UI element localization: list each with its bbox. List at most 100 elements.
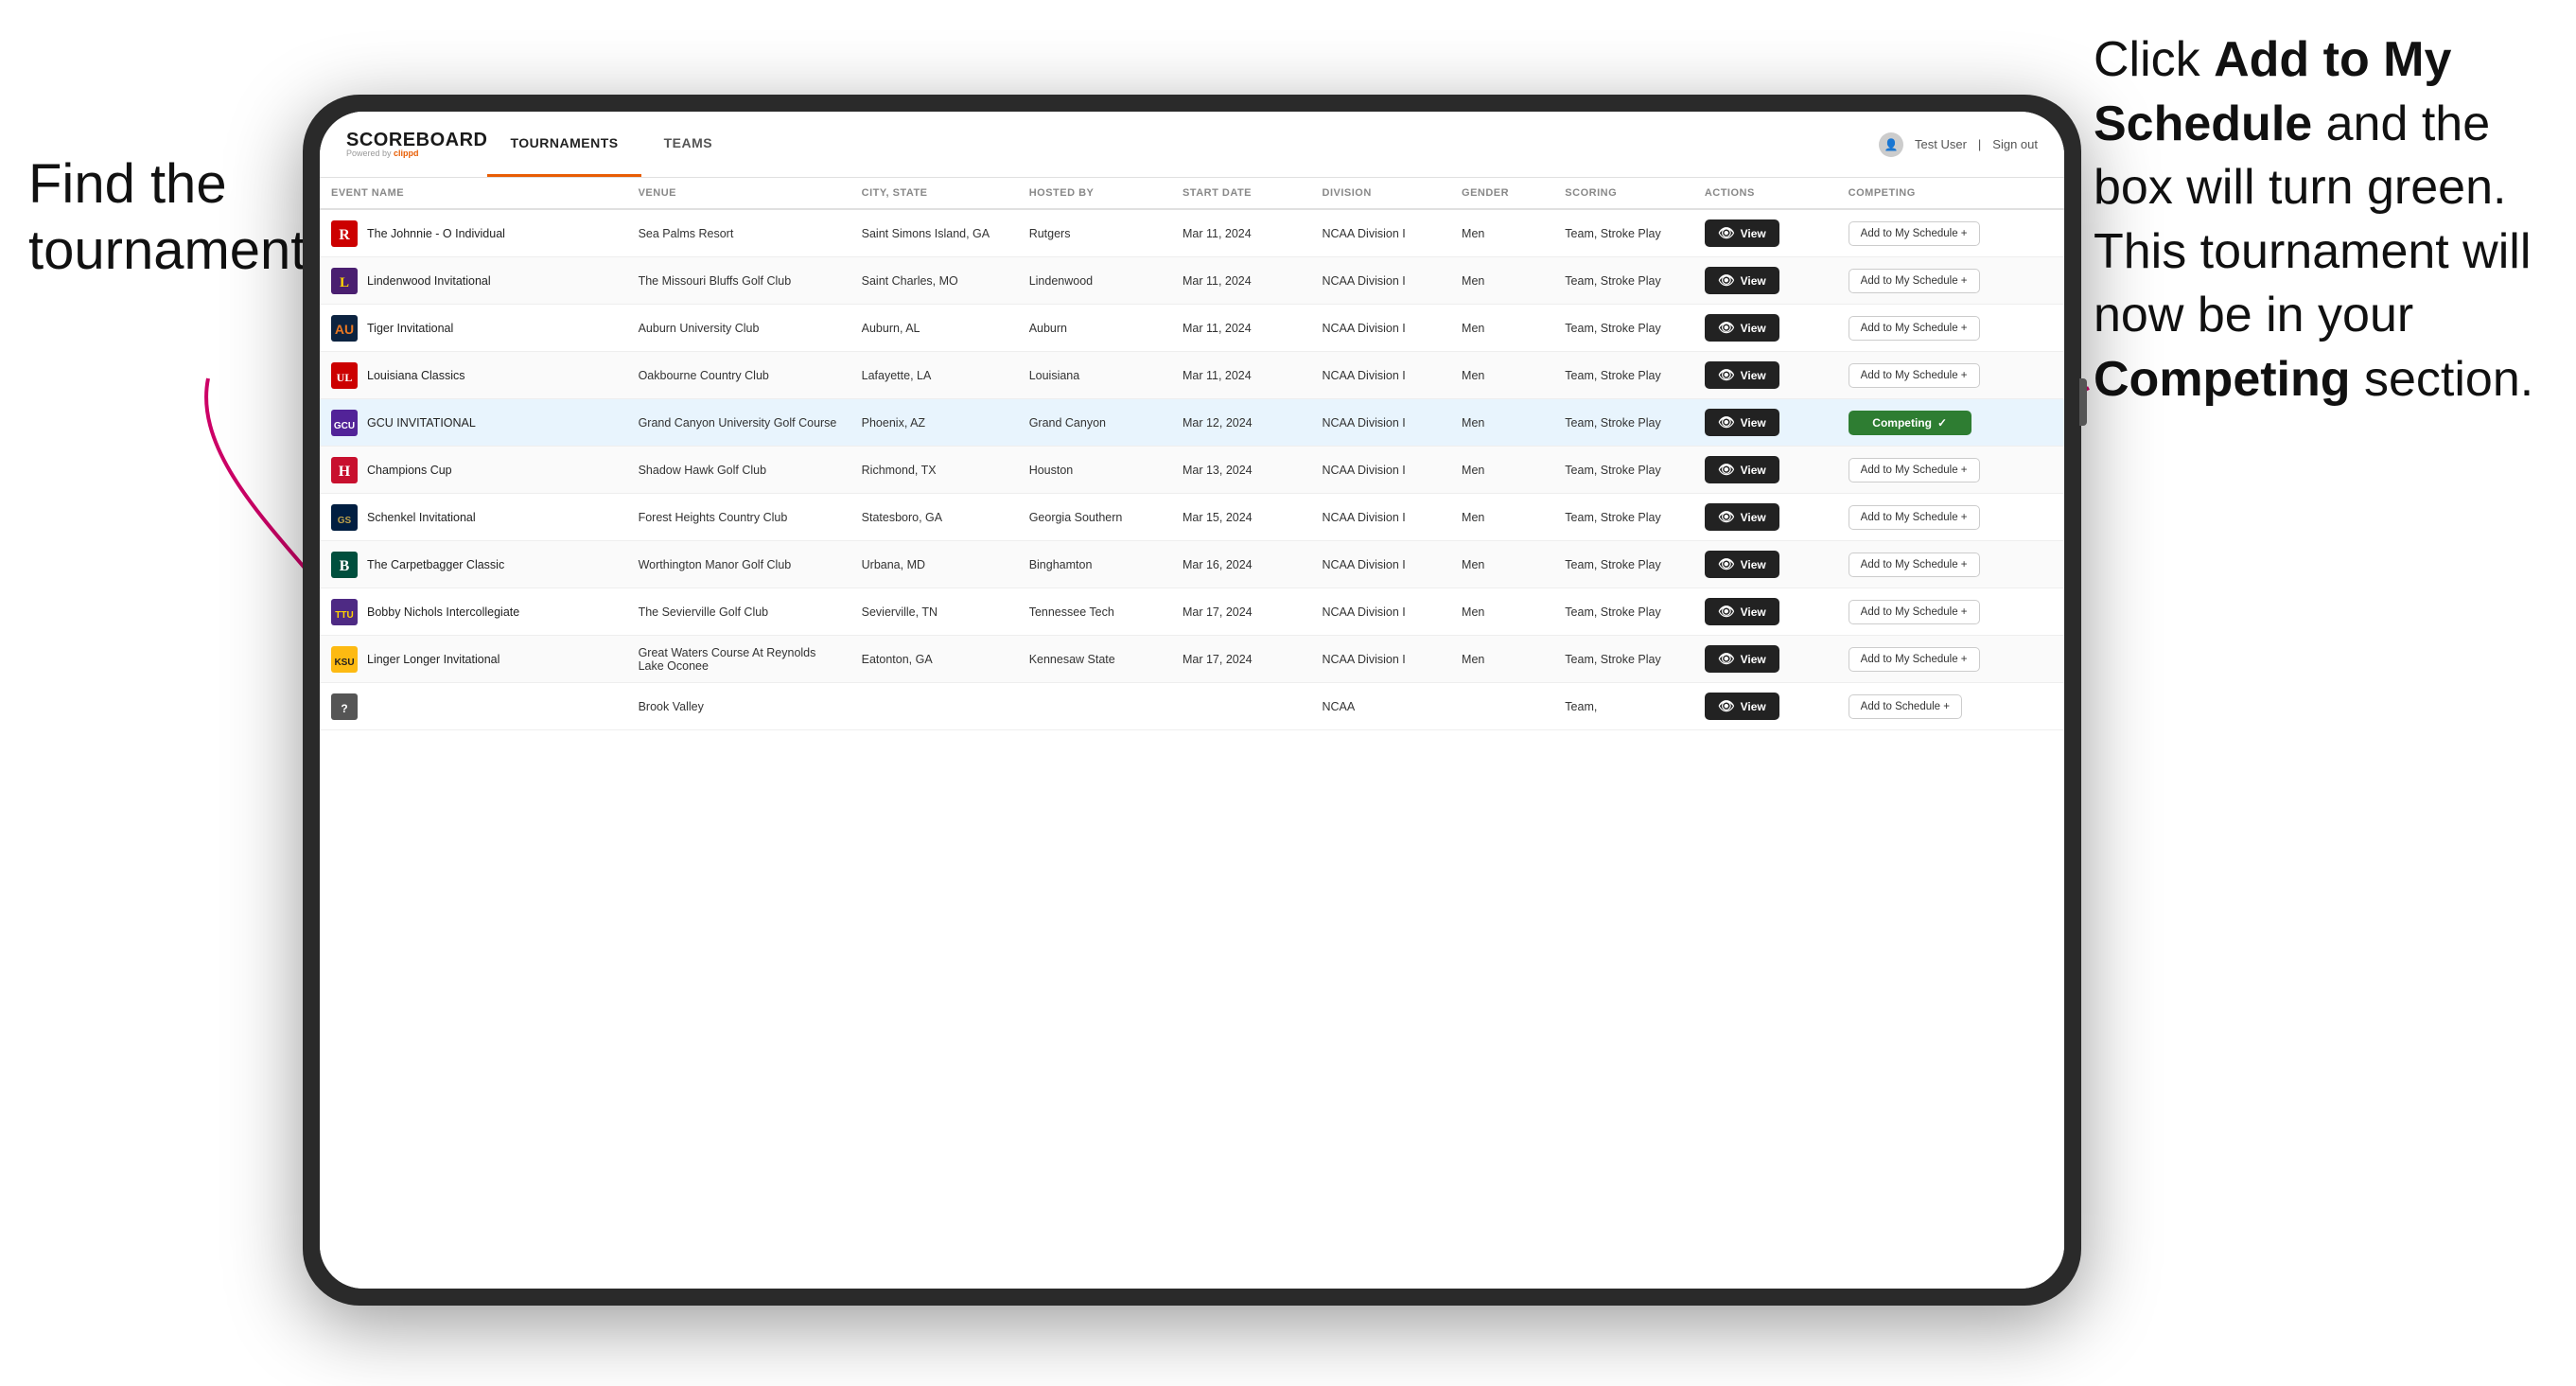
venue-name: Brook Valley bbox=[639, 700, 704, 713]
add-to-schedule-button[interactable]: Add to Schedule + bbox=[1849, 694, 1962, 719]
view-button[interactable]: 👁 View bbox=[1705, 314, 1779, 342]
checkmark-icon: ✓ bbox=[1937, 416, 1947, 430]
city-state: Saint Charles, MO bbox=[862, 274, 958, 288]
scoring-cell: Team, Stroke Play bbox=[1553, 352, 1693, 399]
table-body: R The Johnnie - O Individual Sea Palms R… bbox=[320, 209, 2064, 730]
gender: Men bbox=[1462, 322, 1484, 335]
add-to-schedule-button[interactable]: Add to My Schedule + bbox=[1849, 221, 1980, 246]
col-competing: COMPETING bbox=[1837, 178, 2064, 209]
tablet-side-button[interactable] bbox=[2079, 378, 2087, 426]
add-to-schedule-button[interactable]: Add to My Schedule + bbox=[1849, 458, 1980, 482]
gender-cell: Men bbox=[1450, 636, 1553, 683]
start-date: Mar 13, 2024 bbox=[1183, 464, 1253, 477]
competing-cell: Competing ✓ bbox=[1837, 399, 2064, 447]
start-date: Mar 16, 2024 bbox=[1183, 558, 1253, 571]
competing-cell: Add to My Schedule + bbox=[1837, 257, 2064, 305]
view-button[interactable]: 👁 View bbox=[1705, 456, 1779, 483]
division: NCAA bbox=[1323, 700, 1356, 713]
view-button[interactable]: 👁 View bbox=[1705, 267, 1779, 294]
division: NCAA Division I bbox=[1323, 274, 1406, 288]
view-button[interactable]: 👁 View bbox=[1705, 551, 1779, 578]
view-label: View bbox=[1741, 322, 1766, 335]
view-button[interactable]: 👁 View bbox=[1705, 361, 1779, 389]
eye-icon: 👁 bbox=[1718, 556, 1735, 572]
hosted-by: Binghamton bbox=[1029, 558, 1093, 571]
start-date: Mar 11, 2024 bbox=[1183, 322, 1252, 335]
tab-teams[interactable]: TEAMS bbox=[641, 112, 736, 177]
team-logo: GS bbox=[331, 504, 358, 531]
view-button[interactable]: 👁 View bbox=[1705, 693, 1779, 720]
hosted-by: Rutgers bbox=[1029, 227, 1071, 240]
add-to-schedule-button[interactable]: Add to My Schedule + bbox=[1849, 316, 1980, 341]
team-logo: AU bbox=[331, 315, 358, 342]
add-to-schedule-button[interactable]: Add to My Schedule + bbox=[1849, 363, 1980, 388]
competing-cell: Add to My Schedule + bbox=[1837, 541, 2064, 588]
hosted-by: Houston bbox=[1029, 464, 1074, 477]
date-cell bbox=[1171, 683, 1311, 730]
gender-cell: Men bbox=[1450, 257, 1553, 305]
tab-tournaments[interactable]: TOURNAMENTS bbox=[487, 112, 640, 177]
add-schedule-label: Add to My Schedule + bbox=[1861, 323, 1968, 334]
team-logo: B bbox=[331, 552, 358, 578]
add-to-schedule-button[interactable]: Add to My Schedule + bbox=[1849, 553, 1980, 577]
venue-name: Great Waters Course At Reynolds Lake Oco… bbox=[639, 646, 816, 673]
sign-out-link[interactable]: Sign out bbox=[1992, 137, 2038, 151]
competing-button[interactable]: Competing ✓ bbox=[1849, 411, 1971, 435]
scoring-cell: Team, bbox=[1553, 683, 1693, 730]
add-to-schedule-button[interactable]: Add to My Schedule + bbox=[1849, 600, 1980, 624]
actions-cell: 👁 View bbox=[1693, 399, 1837, 447]
venue-cell: Shadow Hawk Golf Club bbox=[627, 447, 850, 494]
view-button[interactable]: 👁 View bbox=[1705, 219, 1779, 247]
scoring: Team, Stroke Play bbox=[1565, 227, 1660, 240]
event-name-cell: AU Tiger Invitational bbox=[320, 305, 627, 352]
table-row: GS Schenkel Invitational Forest Heights … bbox=[320, 494, 2064, 541]
event-name-cell: KSU Linger Longer Invitational bbox=[320, 636, 627, 683]
hosted-by: Auburn bbox=[1029, 322, 1067, 335]
col-event-name: EVENT NAME bbox=[320, 178, 627, 209]
tournaments-table: EVENT NAME VENUE CITY, STATE HOSTED BY S… bbox=[320, 178, 2064, 730]
add-schedule-label: Add to My Schedule + bbox=[1861, 606, 1968, 618]
scoring-cell: Team, Stroke Play bbox=[1553, 541, 1693, 588]
scoring-cell: Team, Stroke Play bbox=[1553, 494, 1693, 541]
scoring: Team, Stroke Play bbox=[1565, 605, 1660, 619]
event-name-cell: ? bbox=[320, 683, 627, 730]
view-label: View bbox=[1741, 653, 1766, 666]
date-cell: Mar 15, 2024 bbox=[1171, 494, 1311, 541]
city-state: Urbana, MD bbox=[862, 558, 925, 571]
add-to-schedule-button[interactable]: Add to My Schedule + bbox=[1849, 647, 1980, 672]
gender-cell: Men bbox=[1450, 305, 1553, 352]
scoring: Team, Stroke Play bbox=[1565, 369, 1660, 382]
view-button[interactable]: 👁 View bbox=[1705, 645, 1779, 673]
division-cell: NCAA Division I bbox=[1311, 257, 1451, 305]
tournaments-table-container: EVENT NAME VENUE CITY, STATE HOSTED BY S… bbox=[320, 178, 2064, 1289]
event-name-cell: GCU GCU INVITATIONAL bbox=[320, 399, 627, 447]
actions-cell: 👁 View bbox=[1693, 541, 1837, 588]
view-label: View bbox=[1741, 369, 1766, 382]
venue-name: The Sevierville Golf Club bbox=[639, 605, 769, 619]
scoring: Team, Stroke Play bbox=[1565, 558, 1660, 571]
view-button[interactable]: 👁 View bbox=[1705, 598, 1779, 625]
eye-icon: 👁 bbox=[1718, 367, 1735, 383]
event-name: GCU INVITATIONAL bbox=[367, 416, 476, 430]
gender-cell: Men bbox=[1450, 399, 1553, 447]
team-logo: L bbox=[331, 268, 358, 294]
separator: | bbox=[1978, 137, 1981, 151]
view-button[interactable]: 👁 View bbox=[1705, 409, 1779, 436]
scoring: Team, bbox=[1565, 700, 1597, 713]
add-to-schedule-button[interactable]: Add to My Schedule + bbox=[1849, 505, 1980, 530]
scoring: Team, Stroke Play bbox=[1565, 511, 1660, 524]
app-logo: SCOREBOARD Powered by clippd bbox=[346, 131, 487, 158]
view-label: View bbox=[1741, 511, 1766, 524]
view-button[interactable]: 👁 View bbox=[1705, 503, 1779, 531]
view-label: View bbox=[1741, 700, 1766, 713]
left-annotation: Find the tournament. bbox=[28, 151, 293, 283]
eye-icon: 👁 bbox=[1718, 651, 1735, 667]
hosted-by: Lindenwood bbox=[1029, 274, 1093, 288]
start-date: Mar 12, 2024 bbox=[1183, 416, 1253, 430]
division-cell: NCAA Division I bbox=[1311, 636, 1451, 683]
add-to-schedule-button[interactable]: Add to My Schedule + bbox=[1849, 269, 1980, 293]
gender: Men bbox=[1462, 511, 1484, 524]
gender-cell: Men bbox=[1450, 352, 1553, 399]
col-gender: GENDER bbox=[1450, 178, 1553, 209]
svg-text:TTU: TTU bbox=[335, 610, 353, 621]
